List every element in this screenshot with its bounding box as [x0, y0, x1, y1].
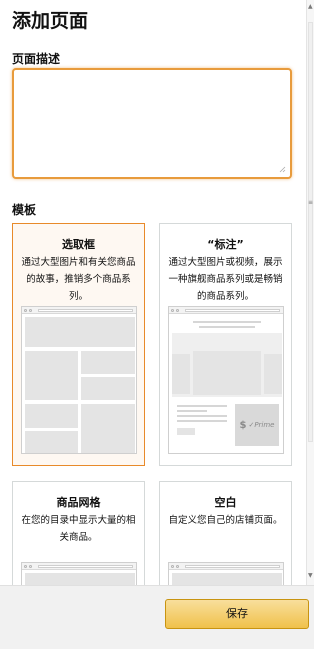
template-card-blank[interactable]: 空白 自定义您自己的店铺页面。	[159, 481, 292, 585]
templates-label: 模板	[12, 203, 37, 217]
template-thumbnail: $ ✓Prime	[168, 306, 284, 454]
template-thumbnail	[21, 562, 137, 585]
scroll-thumb[interactable]	[308, 22, 313, 442]
scroll-up-icon[interactable]: ▲	[308, 4, 313, 10]
scroll-down-icon[interactable]: ▼	[308, 573, 313, 579]
description-label: 页面描述	[12, 52, 61, 66]
dollar-sign: $	[239, 419, 247, 431]
template-card-description: 自定义您自己的店铺页面。	[168, 515, 283, 526]
prime-label: ✓Prime	[248, 421, 275, 429]
template-thumbnail	[168, 562, 284, 585]
scrollbar[interactable]: ▲ ≡ ▼	[306, 0, 314, 585]
page-title: 添加页面	[12, 10, 89, 32]
description-textarea[interactable]	[12, 68, 292, 179]
template-card-title: “标注”	[207, 238, 244, 251]
prime-badge-icon: $ ✓Prime	[235, 404, 279, 446]
page-content: 添加页面 页面描述 模板 选取框 通过大型图片和有关您商品的故事，推销多个商品系…	[0, 0, 306, 585]
template-card-callout[interactable]: “标注” 通过大型图片或视频，展示一种旗舰商品系列或是畅销的商品系列。 $ ✓P…	[159, 223, 292, 466]
template-card-description: 通过大型图片或视频，展示一种旗舰商品系列或是畅销的商品系列。	[168, 257, 283, 302]
template-card-marquee[interactable]: 选取框 通过大型图片和有关您商品的故事，推销多个商品系列。	[12, 223, 145, 466]
scroll-grip-icon: ≡	[308, 199, 314, 206]
resize-grip-icon[interactable]	[279, 166, 286, 173]
footer-bar: 保存	[0, 585, 314, 649]
template-card-description: 通过大型图片和有关您商品的故事，推销多个商品系列。	[21, 257, 136, 302]
template-card-description: 在您的目录中显示大量的相关商品。	[21, 515, 136, 543]
template-card-product-grid[interactable]: 商品网格 在您的目录中显示大量的相关商品。	[12, 481, 145, 585]
save-button[interactable]: 保存	[165, 599, 309, 629]
template-card-title: 空白	[214, 496, 237, 509]
template-thumbnail	[21, 306, 137, 454]
template-card-title: 选取框	[62, 238, 95, 251]
template-card-title: 商品网格	[56, 496, 101, 509]
